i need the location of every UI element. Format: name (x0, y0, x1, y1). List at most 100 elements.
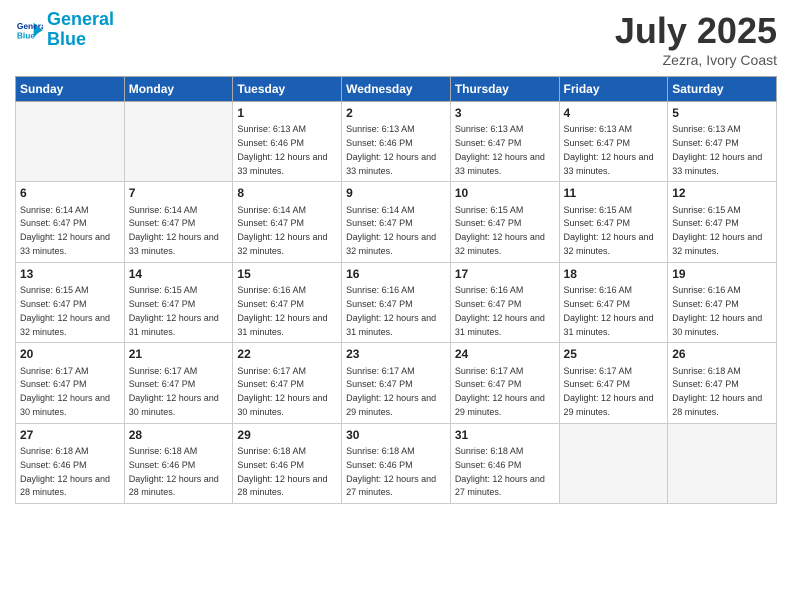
day-number: 18 (564, 266, 664, 282)
day-info: Sunrise: 6:14 AMSunset: 6:47 PMDaylight:… (346, 205, 436, 256)
day-info: Sunrise: 6:14 AMSunset: 6:47 PMDaylight:… (129, 205, 219, 256)
day-header: Wednesday (342, 77, 451, 102)
day-info: Sunrise: 6:17 AMSunset: 6:47 PMDaylight:… (455, 366, 545, 417)
calendar-cell (559, 423, 668, 503)
header: General Blue GeneralBlue July 2025 Zezra… (15, 10, 777, 68)
calendar-cell: 23 Sunrise: 6:17 AMSunset: 6:47 PMDayligh… (342, 343, 451, 423)
day-header: Tuesday (233, 77, 342, 102)
day-number: 19 (672, 266, 772, 282)
calendar-cell: 7 Sunrise: 6:14 AMSunset: 6:47 PMDaylight… (124, 182, 233, 262)
calendar-cell: 22 Sunrise: 6:17 AMSunset: 6:47 PMDayligh… (233, 343, 342, 423)
day-number: 7 (129, 185, 229, 201)
day-info: Sunrise: 6:14 AMSunset: 6:47 PMDaylight:… (237, 205, 327, 256)
calendar-cell: 29Sunrise: 6:18 AMSunset: 6:46 PMDayligh… (233, 423, 342, 503)
calendar-cell (16, 102, 125, 182)
calendar-cell: 25Sunrise: 6:17 AMSunset: 6:47 PMDayligh… (559, 343, 668, 423)
day-info: Sunrise: 6:17 AMSunset: 6:47 PMDaylight:… (20, 366, 110, 417)
calendar-cell: 4 Sunrise: 6:13 AMSunset: 6:47 PMDaylight… (559, 102, 668, 182)
calendar-cell: 14 Sunrise: 6:15 AMSunset: 6:47 PMDayligh… (124, 262, 233, 342)
day-number: 22 (237, 346, 337, 362)
day-number: 9 (346, 185, 446, 201)
day-number: 12 (672, 185, 772, 201)
day-info: Sunrise: 6:15 AMSunset: 6:47 PMDaylight:… (564, 205, 654, 256)
calendar-cell: 3 Sunrise: 6:13 AMSunset: 6:47 PMDaylight… (450, 102, 559, 182)
calendar-cell: 24 Sunrise: 6:17 AMSunset: 6:47 PMDayligh… (450, 343, 559, 423)
day-number: 23 (346, 346, 446, 362)
day-number: 10 (455, 185, 555, 201)
day-number: 14 (129, 266, 229, 282)
day-number: 15 (237, 266, 337, 282)
day-number: 8 (237, 185, 337, 201)
day-info: Sunrise: 6:18 AMSunset: 6:46 PMDaylight:… (237, 446, 327, 497)
day-number: 11 (564, 185, 664, 201)
day-header: Friday (559, 77, 668, 102)
day-number: 31 (455, 427, 555, 443)
day-info: Sunrise: 6:13 AMSunset: 6:46 PMDaylight:… (346, 124, 436, 175)
day-header: Sunday (16, 77, 125, 102)
day-info: Sunrise: 6:18 AMSunset: 6:46 PMDaylight:… (129, 446, 219, 497)
day-number: 1 (237, 105, 337, 121)
day-number: 5 (672, 105, 772, 121)
day-number: 21 (129, 346, 229, 362)
calendar-week-row: 20 Sunrise: 6:17 AMSunset: 6:47 PMDayligh… (16, 343, 777, 423)
logo-text: GeneralBlue (47, 10, 114, 50)
day-info: Sunrise: 6:16 AMSunset: 6:47 PMDaylight:… (237, 285, 327, 336)
calendar-cell: 19Sunrise: 6:16 AMSunset: 6:47 PMDayligh… (668, 262, 777, 342)
day-info: Sunrise: 6:13 AMSunset: 6:46 PMDaylight:… (237, 124, 327, 175)
day-number: 3 (455, 105, 555, 121)
day-number: 2 (346, 105, 446, 121)
page: General Blue GeneralBlue July 2025 Zezra… (0, 0, 792, 612)
day-number: 17 (455, 266, 555, 282)
day-number: 4 (564, 105, 664, 121)
day-info: Sunrise: 6:16 AMSunset: 6:47 PMDaylight:… (564, 285, 654, 336)
day-number: 20 (20, 346, 120, 362)
day-number: 28 (129, 427, 229, 443)
day-number: 26 (672, 346, 772, 362)
location: Zezra, Ivory Coast (615, 52, 777, 68)
month-title: July 2025 (615, 10, 777, 52)
logo-icon: General Blue (15, 16, 43, 44)
calendar-cell: 17 Sunrise: 6:16 AMSunset: 6:47 PMDayligh… (450, 262, 559, 342)
day-info: Sunrise: 6:17 AMSunset: 6:47 PMDaylight:… (564, 366, 654, 417)
calendar-cell: 27Sunrise: 6:18 AMSunset: 6:46 PMDayligh… (16, 423, 125, 503)
day-info: Sunrise: 6:13 AMSunset: 6:47 PMDaylight:… (564, 124, 654, 175)
day-info: Sunrise: 6:15 AMSunset: 6:47 PMDaylight:… (20, 285, 110, 336)
calendar-cell: 16Sunrise: 6:16 AMSunset: 6:47 PMDayligh… (342, 262, 451, 342)
calendar-cell: 31Sunrise: 6:18 AMSunset: 6:46 PMDayligh… (450, 423, 559, 503)
calendar-week-row: 1 Sunrise: 6:13 AMSunset: 6:46 PMDaylight… (16, 102, 777, 182)
calendar-cell: 1 Sunrise: 6:13 AMSunset: 6:46 PMDaylight… (233, 102, 342, 182)
calendar-cell: 18 Sunrise: 6:16 AMSunset: 6:47 PMDayligh… (559, 262, 668, 342)
day-header: Saturday (668, 77, 777, 102)
calendar-cell: 21 Sunrise: 6:17 AMSunset: 6:47 PMDayligh… (124, 343, 233, 423)
calendar-cell (124, 102, 233, 182)
day-number: 24 (455, 346, 555, 362)
day-number: 16 (346, 266, 446, 282)
svg-text:Blue: Blue (17, 30, 35, 40)
calendar-cell: 8 Sunrise: 6:14 AMSunset: 6:47 PMDaylight… (233, 182, 342, 262)
calendar-cell (668, 423, 777, 503)
day-info: Sunrise: 6:17 AMSunset: 6:47 PMDaylight:… (129, 366, 219, 417)
day-info: Sunrise: 6:17 AMSunset: 6:47 PMDaylight:… (237, 366, 327, 417)
calendar-cell: 26Sunrise: 6:18 AMSunset: 6:47 PMDayligh… (668, 343, 777, 423)
day-info: Sunrise: 6:14 AMSunset: 6:47 PMDaylight:… (20, 205, 110, 256)
calendar-cell: 15 Sunrise: 6:16 AMSunset: 6:47 PMDayligh… (233, 262, 342, 342)
day-info: Sunrise: 6:15 AMSunset: 6:47 PMDaylight:… (129, 285, 219, 336)
day-number: 6 (20, 185, 120, 201)
day-info: Sunrise: 6:13 AMSunset: 6:47 PMDaylight:… (455, 124, 545, 175)
day-info: Sunrise: 6:16 AMSunset: 6:47 PMDaylight:… (455, 285, 545, 336)
calendar-week-row: 27 Sunrise: 6:18 AMSunset: 6:46 PMDayligh… (16, 423, 777, 503)
calendar-cell: 10 Sunrise: 6:15 AMSunset: 6:47 PMDayligh… (450, 182, 559, 262)
day-number: 27 (20, 427, 120, 443)
day-info: Sunrise: 6:13 AMSunset: 6:47 PMDaylight:… (672, 124, 762, 175)
day-info: Sunrise: 6:17 AMSunset: 6:47 PMDaylight:… (346, 366, 436, 417)
title-block: July 2025 Zezra, Ivory Coast (615, 10, 777, 68)
day-info: Sunrise: 6:15 AMSunset: 6:47 PMDaylight:… (672, 205, 762, 256)
logo: General Blue GeneralBlue (15, 10, 114, 50)
day-info: Sunrise: 6:18 AMSunset: 6:46 PMDaylight:… (346, 446, 436, 497)
calendar-cell: 12 Sunrise: 6:15 AMSunset: 6:47 PMDayligh… (668, 182, 777, 262)
day-info: Sunrise: 6:15 AMSunset: 6:47 PMDaylight:… (455, 205, 545, 256)
day-number: 30 (346, 427, 446, 443)
calendar-cell: 13Sunrise: 6:15 AMSunset: 6:47 PMDayligh… (16, 262, 125, 342)
calendar-cell: 11 Sunrise: 6:15 AMSunset: 6:47 PMDayligh… (559, 182, 668, 262)
calendar-week-row: 6 Sunrise: 6:14 AMSunset: 6:47 PMDaylight… (16, 182, 777, 262)
